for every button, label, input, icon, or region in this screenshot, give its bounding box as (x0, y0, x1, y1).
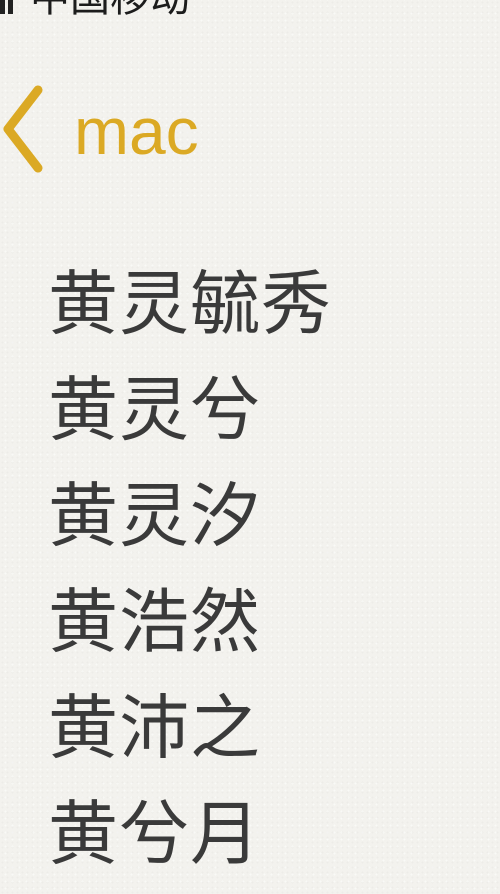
name-list: 黄灵毓秀 黄灵兮 黄灵汐 黄浩然 黄沛之 黄兮月 (48, 258, 332, 894)
carrier-name: 中国移动 (30, 0, 190, 18)
name-item: 黄沛之 (48, 687, 261, 769)
signal-strength-icon (0, 0, 14, 14)
chevron-left-icon (3, 85, 43, 173)
back-label: mac (74, 94, 199, 168)
name-item: 黄灵毓秀 (48, 263, 332, 345)
name-item: 黄灵汐 (48, 475, 261, 557)
status-bar: 中国移动 (0, 0, 500, 22)
navigation-bar: mac (0, 80, 500, 180)
name-item: 黄兮月 (48, 793, 261, 875)
name-item: 黄浩然 (48, 581, 261, 663)
name-item: 黄灵兮 (48, 369, 261, 451)
back-button[interactable]: mac (0, 80, 230, 180)
